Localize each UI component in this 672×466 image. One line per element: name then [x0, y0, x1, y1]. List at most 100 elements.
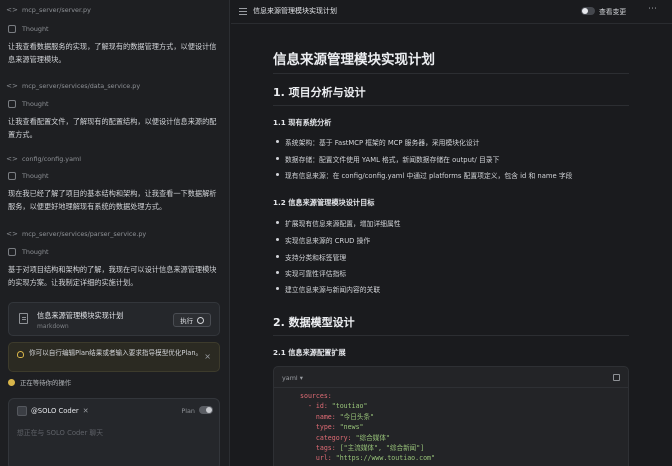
code-file-icon: <> — [6, 155, 18, 163]
execute-label: 执行 — [180, 316, 193, 325]
status-spinner-icon — [8, 379, 15, 386]
assistant-message: 现在我已经了解了项目的基本结构和架构，让我查看一下数据解析服务，以便更好地理解现… — [8, 189, 217, 211]
code-line: sources: — [300, 391, 435, 401]
code-value: "https://www.toutiao.com" — [335, 454, 435, 463]
waiting-status: 正在等待你的操作 — [8, 378, 71, 387]
file-path: mcp_server/server.py — [22, 6, 91, 14]
code-line: name: "今日头条" — [300, 412, 435, 422]
execute-button[interactable]: 执行 — [173, 313, 211, 327]
subsection-heading: 1.2 信息来源管理模块设计目标 — [273, 198, 375, 207]
subsection-heading: 1.1 现有系统分析 — [273, 118, 332, 127]
code-line: category: "综合媒体" — [300, 433, 435, 443]
hint-text: 你可以自行编辑Plan结果或者输入要求指导模型优化Plan。 — [29, 349, 203, 357]
code-file-icon: <> — [6, 230, 18, 238]
divider — [273, 73, 629, 74]
viewer-toolbar: 信息来源管理模块实现计划 查看变更 ⋯ — [231, 0, 672, 24]
list-item: 建立信息来源与新闻内容的关联 — [275, 286, 381, 294]
plan-hint-banner: 你可以自行编辑Plan结果或者输入要求指导模型优化Plan。 × — [8, 342, 220, 372]
code-line: type: "news" — [300, 422, 435, 432]
thought-label: Thought — [22, 172, 49, 180]
thought-icon — [8, 172, 16, 180]
code-key: url: — [300, 454, 336, 463]
code-line: - id: "toutiao" — [300, 401, 435, 411]
plan-mode-toggle[interactable] — [199, 406, 213, 414]
code-key: tags: — [300, 444, 340, 453]
assistant-message: 基于对项目结构和架构的了解，我现在可以设计信息来源管理模块的实现方案。让我制定详… — [8, 265, 217, 287]
chat-input-box[interactable]: @SOLO Coder ✕ Plan 想正在与 SOLO Coder 聊天 — [8, 398, 220, 466]
divider — [273, 105, 629, 106]
code-key: sources: — [300, 392, 332, 400]
code-value: "toutiao" — [331, 402, 368, 411]
code-line: tags: ["主流媒体", "综合新闻"] — [300, 443, 435, 453]
thought-toggle[interactable]: Thought — [8, 248, 49, 256]
code-key: type: — [300, 423, 340, 432]
chat-input-placeholder[interactable]: 想正在与 SOLO Coder 聊天 — [17, 427, 103, 437]
section-heading: 1. 项目分析与设计 — [273, 86, 366, 99]
code-value: "今日头条" — [339, 412, 375, 421]
list-item: 数据存储：配置文件使用 YAML 格式，新闻数据存储在 output/ 目录下 — [275, 156, 500, 164]
code-key: name: — [300, 412, 340, 421]
list-item: 实现信息来源的 CRUD 操作 — [275, 237, 371, 245]
agent-selector[interactable]: @SOLO Coder ✕ — [17, 406, 89, 416]
assistant-message: 让我查看配置文件，了解现有的配置结构，以便设计信息来源的配置方式。 — [8, 117, 217, 139]
list-item: 现有信息来源：在 config/config.yaml 中通过 platform… — [275, 172, 573, 180]
file-path: mcp_server/services/data_service.py — [22, 82, 141, 90]
file-reference[interactable]: <> mcp_server/services/parser_service.py — [6, 230, 147, 238]
agent-avatar-icon — [17, 406, 27, 416]
agent-name: @SOLO Coder — [31, 407, 79, 415]
plan-card-type: markdown — [37, 323, 69, 330]
thought-icon — [8, 100, 16, 108]
view-changes-toggle[interactable] — [581, 7, 595, 15]
list-item: 扩展现有信息来源配置，增加详细属性 — [276, 220, 401, 228]
subsection-heading: 2.1 信息来源配置扩展 — [273, 348, 346, 357]
tools-icon: ✕ — [82, 407, 89, 415]
document-viewer: 信息来源管理模块实现计划 查看变更 ⋯ 信息来源管理模块实现计划 1. 项目分析… — [231, 0, 672, 466]
chat-panel: <> mcp_server/server.py Thought 让我查看数据服务… — [0, 0, 230, 466]
assistant-message: 让我查看数据服务的实现，了解现有的数据管理方式，以便设计信息来源管理模块。 — [8, 42, 217, 64]
lightbulb-icon — [17, 351, 24, 358]
copy-icon[interactable] — [613, 374, 620, 381]
clock-icon — [197, 316, 204, 324]
more-options-icon[interactable]: ⋯ — [648, 4, 657, 14]
thought-label: Thought — [22, 25, 49, 33]
code-header-divider — [274, 387, 628, 388]
menu-icon[interactable] — [239, 8, 247, 15]
document-icon — [19, 313, 28, 324]
plan-file-card[interactable]: 信息来源管理模块实现计划 markdown 执行 — [8, 302, 220, 336]
close-icon[interactable]: × — [204, 352, 211, 361]
thought-toggle[interactable]: Thought — [8, 25, 49, 33]
thought-icon — [8, 248, 16, 256]
list-item: 实现可靠性评估指标 — [275, 270, 347, 278]
view-changes-label[interactable]: 查看变更 — [599, 6, 626, 16]
code-key: - id: — [300, 402, 332, 411]
list-item: 支持分类和标签管理 — [275, 254, 347, 262]
code-block: yaml ▾ sources: - id: "toutiao" name: "今… — [273, 366, 629, 466]
waiting-text: 正在等待你的操作 — [20, 379, 72, 387]
code-value: "news" — [339, 423, 364, 432]
thought-toggle[interactable]: Thought — [8, 172, 49, 180]
section-heading: 2. 数据模型设计 — [273, 316, 355, 329]
divider — [273, 335, 629, 336]
file-path: mcp_server/services/parser_service.py — [22, 230, 147, 238]
thought-label: Thought — [22, 248, 49, 256]
code-content: sources: - id: "toutiao" name: "今日头条" ty… — [300, 391, 435, 464]
code-language[interactable]: yaml ▾ — [282, 374, 303, 382]
code-line: url: "https://www.toutiao.com" — [300, 453, 435, 463]
document-title: 信息来源管理模块实现计划 — [253, 7, 337, 15]
file-reference[interactable]: <> mcp_server/server.py — [6, 6, 91, 14]
code-file-icon: <> — [6, 82, 18, 90]
thought-toggle[interactable]: Thought — [8, 100, 49, 108]
thought-icon — [8, 25, 16, 33]
list-item: 系统架构：基于 FastMCP 框架的 MCP 服务器，采用模块化设计 — [275, 139, 480, 147]
plan-mode-label: Plan — [181, 407, 195, 415]
thought-label: Thought — [22, 100, 49, 108]
code-value: "综合媒体" — [355, 433, 390, 442]
doc-heading-1: 信息来源管理模块实现计划 — [273, 52, 435, 68]
file-path: config/config.yaml — [22, 155, 81, 163]
file-reference[interactable]: <> config/config.yaml — [6, 155, 81, 163]
code-key: category: — [300, 433, 356, 442]
code-value: ["主流媒体", "综合新闻"] — [339, 444, 425, 453]
code-file-icon: <> — [6, 6, 18, 14]
file-reference[interactable]: <> mcp_server/services/data_service.py — [6, 82, 141, 90]
plan-card-title: 信息来源管理模块实现计划 — [37, 311, 124, 320]
